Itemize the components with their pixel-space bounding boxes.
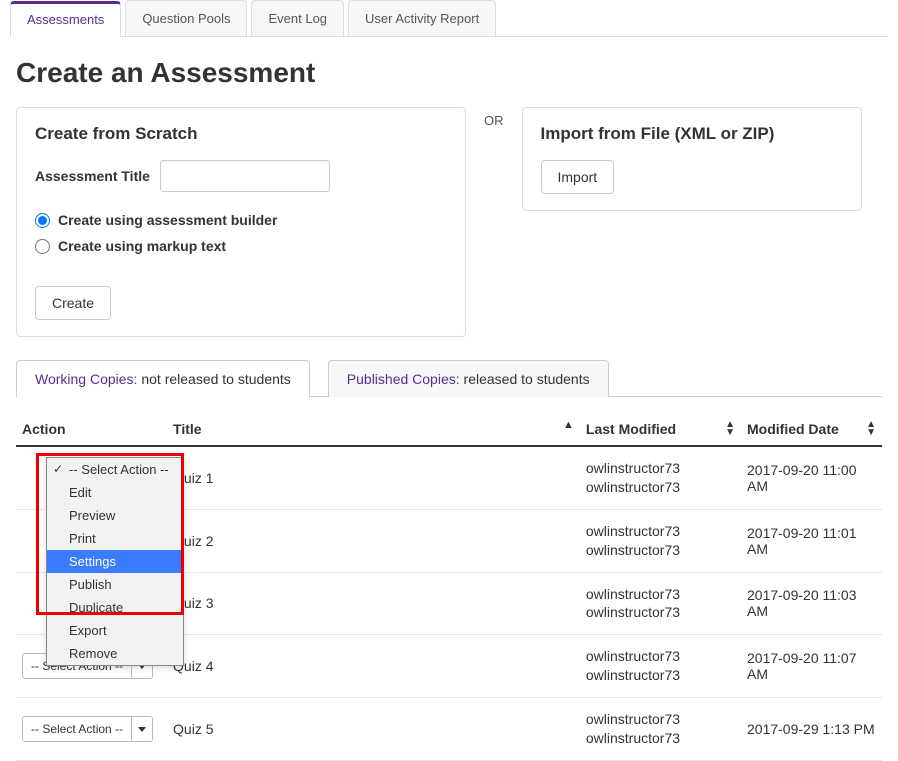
create-from-scratch-panel: Create from Scratch Assessment Title Cre…: [16, 107, 466, 337]
create-button[interactable]: Create: [35, 286, 111, 320]
dropdown-option[interactable]: Remove: [47, 642, 183, 665]
or-label: OR: [484, 107, 504, 128]
tab-assessments[interactable]: Assessments: [10, 1, 121, 37]
assessments-table-area: Action Title ▲ Last Modified ▲▼ Modified…: [16, 413, 882, 761]
create-panel-title: Create from Scratch: [35, 124, 447, 144]
row-last-modified: owlinstructor73owlinstructor73: [580, 572, 741, 635]
row-title: Quiz 1: [167, 446, 580, 509]
radio-builder[interactable]: [35, 213, 50, 228]
import-button[interactable]: Import: [541, 160, 615, 194]
row-title: Quiz 2: [167, 509, 580, 572]
dropdown-option[interactable]: Export: [47, 619, 183, 642]
published-copies-label: Published Copies:: [347, 371, 460, 387]
tab-user-activity-report[interactable]: User Activity Report: [348, 0, 496, 36]
col-last-modified-label: Last Modified: [586, 421, 676, 437]
col-title[interactable]: Title ▲: [167, 413, 580, 446]
table-row: -- Select Action -- Quiz 5owlinstructor73…: [16, 698, 882, 761]
chevron-down-icon: [131, 717, 152, 741]
assessment-title-input[interactable]: [160, 160, 330, 192]
row-title: Quiz 4: [167, 635, 580, 698]
dropdown-option[interactable]: Edit: [47, 481, 183, 504]
dropdown-option[interactable]: Publish: [47, 573, 183, 596]
col-title-label: Title: [173, 421, 202, 437]
action-dropdown-menu[interactable]: -- Select Action --EditPreviewPrintSetti…: [46, 457, 184, 666]
row-modified-date: 2017-09-20 11:03 AM: [741, 572, 882, 635]
row-last-modified: owlinstructor73owlinstructor73: [580, 446, 741, 509]
import-panel: Import from File (XML or ZIP) Import: [522, 107, 862, 211]
copies-tabs: Working Copies: not released to students…: [16, 359, 882, 397]
row-modified-date: 2017-09-20 11:01 AM: [741, 509, 882, 572]
published-copies-desc: released to students: [460, 371, 590, 387]
row-title: Quiz 3: [167, 572, 580, 635]
tab-published-copies[interactable]: Published Copies: released to students: [328, 360, 609, 397]
working-copies-label: Working Copies:: [35, 371, 137, 387]
row-modified-date: 2017-09-20 11:00 AM: [741, 446, 882, 509]
dropdown-option[interactable]: Print: [47, 527, 183, 550]
col-action: Action: [16, 413, 167, 446]
sort-asc-icon: ▲: [563, 421, 574, 429]
col-modified-date[interactable]: Modified Date ▲▼: [741, 413, 882, 446]
dropdown-option[interactable]: Duplicate: [47, 596, 183, 619]
row-modified-date: 2017-09-20 11:07 AM: [741, 635, 882, 698]
tab-question-pools[interactable]: Question Pools: [125, 0, 247, 36]
row-last-modified: owlinstructor73owlinstructor73: [580, 635, 741, 698]
dropdown-option[interactable]: -- Select Action --: [47, 458, 183, 481]
col-last-modified[interactable]: Last Modified ▲▼: [580, 413, 741, 446]
sort-both-icon: ▲▼: [866, 421, 876, 437]
tab-event-log[interactable]: Event Log: [251, 0, 344, 36]
radio-builder-label: Create using assessment builder: [58, 212, 277, 228]
dropdown-option[interactable]: Preview: [47, 504, 183, 527]
page-title: Create an Assessment: [16, 57, 888, 89]
working-copies-desc: not released to students: [137, 371, 290, 387]
row-modified-date: 2017-09-29 1:13 PM: [741, 698, 882, 761]
select-action-label: -- Select Action --: [23, 722, 131, 736]
tab-working-copies[interactable]: Working Copies: not released to students: [16, 360, 310, 397]
radio-markup[interactable]: [35, 239, 50, 254]
top-tabs: Assessments Question Pools Event Log Use…: [10, 0, 888, 37]
assessment-title-label: Assessment Title: [35, 168, 150, 184]
radio-markup-label: Create using markup text: [58, 238, 226, 254]
row-last-modified: owlinstructor73owlinstructor73: [580, 698, 741, 761]
import-panel-title: Import from File (XML or ZIP): [541, 124, 843, 144]
sort-both-icon: ▲▼: [725, 421, 735, 437]
select-action-dropdown[interactable]: -- Select Action --: [22, 716, 153, 742]
row-last-modified: owlinstructor73owlinstructor73: [580, 509, 741, 572]
row-title: Quiz 5: [167, 698, 580, 761]
dropdown-option[interactable]: Settings: [47, 550, 183, 573]
col-modified-date-label: Modified Date: [747, 421, 839, 437]
